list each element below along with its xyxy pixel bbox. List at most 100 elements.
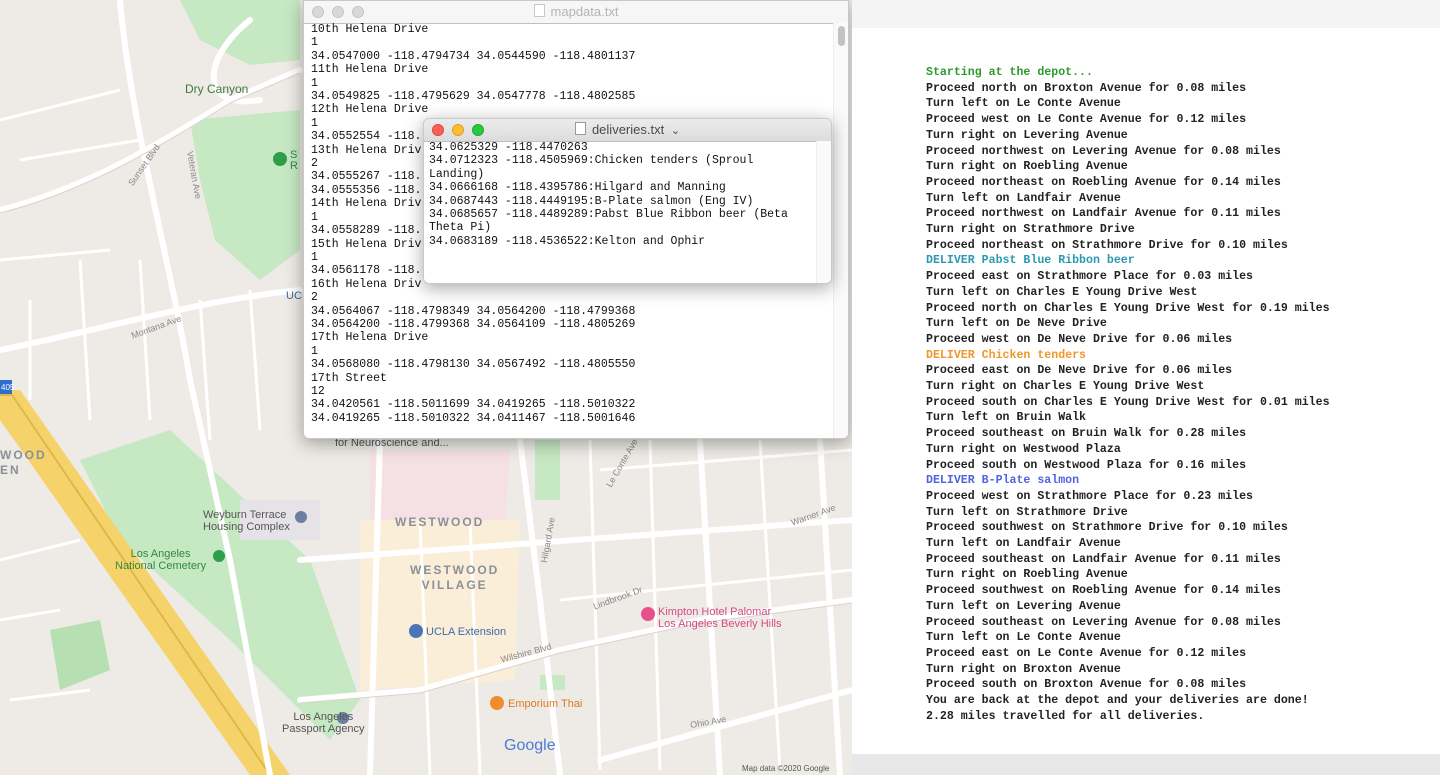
output-line: Proceed east on De Neve Drive for 0.06 m… bbox=[926, 364, 1233, 378]
output-line: Proceed southeast on Levering Avenue for… bbox=[926, 615, 1281, 629]
deliveries-line: Landing) bbox=[429, 167, 485, 181]
window-controls bbox=[432, 124, 484, 136]
output-line: Proceed north on Broxton Avenue for 0.08… bbox=[926, 81, 1247, 95]
output-line: Turn right on Charles E Young Drive West bbox=[926, 380, 1205, 393]
output-line: Turn left on Landfair Avenue bbox=[926, 191, 1121, 205]
output-line: Proceed southeast on Bruin Walk for 0.28… bbox=[926, 427, 1247, 441]
output-line: Turn left on Levering Avenue bbox=[926, 599, 1121, 613]
mapdata-line: 12th Helena Drive bbox=[311, 103, 429, 117]
deliveries-line: 34.0685657 -118.4489289:Pabst Blue Ribbo… bbox=[429, 208, 788, 222]
map-label-s-partial: S R bbox=[290, 149, 298, 172]
mapdata-line: 34.0564200 -118.4799368 34.0564109 -118.… bbox=[311, 317, 636, 331]
output-line: Turn left on Strathmore Drive bbox=[926, 505, 1128, 519]
map-label-ucla-partial: UC bbox=[286, 290, 302, 302]
chevron-down-icon[interactable]: ⌄ bbox=[671, 125, 680, 137]
zoom-icon[interactable] bbox=[352, 6, 364, 18]
output-line: Turn right on Westwood Plaza bbox=[926, 442, 1121, 456]
output-line: Proceed west on De Neve Drive for 0.06 m… bbox=[926, 332, 1233, 346]
deliveries-line: 34.0712323 -118.4505969:Chicken tenders … bbox=[429, 154, 754, 168]
map-area-westwood-village: WESTWOOD VILLAGE bbox=[410, 563, 500, 592]
output-top-bar bbox=[852, 0, 1440, 28]
output-line: Proceed east on Strathmore Place for 0.0… bbox=[926, 270, 1253, 284]
output-line: Proceed southwest on Roebling Avenue for… bbox=[926, 584, 1281, 598]
deliveries-line: 34.0625329 -118.4470263 bbox=[429, 141, 588, 154]
output-line: Turn right on Strathmore Drive bbox=[926, 223, 1135, 236]
minimize-icon[interactable] bbox=[332, 6, 344, 18]
zoom-icon[interactable] bbox=[472, 124, 484, 136]
map-poi-la-national-cemetery[interactable]: Los Angeles National Cemetery bbox=[115, 548, 206, 572]
deliveries-line: Theta Pi) bbox=[429, 221, 492, 235]
mapdata-line: 34.0549825 -118.4795629 34.0547778 -118.… bbox=[311, 90, 636, 104]
close-icon[interactable] bbox=[312, 6, 324, 18]
window-title: deliveries.txt bbox=[591, 122, 665, 137]
mapdata-line: 34.0564067 -118.4798349 34.0564200 -118.… bbox=[311, 304, 636, 318]
mapdata-line: 1 bbox=[311, 344, 318, 358]
output-line: Turn right on Levering Avenue bbox=[926, 128, 1128, 142]
route-405-shield: 405 bbox=[1, 383, 15, 392]
mapdata-line: 12 bbox=[311, 384, 325, 398]
document-icon bbox=[574, 122, 586, 135]
output-line: Proceed south on Broxton Avenue for 0.08… bbox=[926, 678, 1247, 692]
close-icon[interactable] bbox=[432, 124, 444, 136]
mapdata-line: 2 bbox=[311, 291, 318, 305]
google-logo: Google bbox=[504, 737, 556, 754]
output-line: Turn right on Broxton Avenue bbox=[926, 662, 1121, 676]
mapdata-line: 17th Street bbox=[311, 371, 387, 385]
output-highlight-line: DELIVER B-Plate salmon bbox=[926, 474, 1080, 488]
output-line: Proceed northwest on Levering Avenue for… bbox=[926, 144, 1281, 158]
map-area-westwood-left: WOOD EN bbox=[0, 448, 47, 477]
deliveries-line: 34.0666168 -118.4395786:Hilgard and Mann… bbox=[429, 181, 726, 195]
output-line: Proceed southeast on Landfair Avenue for… bbox=[926, 552, 1281, 566]
map-poi-emporium-thai[interactable]: Emporium Thai bbox=[508, 698, 582, 710]
document-icon bbox=[533, 4, 545, 17]
output-line: You are back at the depot and your deliv… bbox=[926, 694, 1309, 707]
mapdata-line: 11th Helena Drive bbox=[311, 63, 429, 77]
mapdata-line: 34.0419265 -118.5010322 34.0411467 -118.… bbox=[311, 411, 636, 425]
output-line: Proceed northwest on Landfair Avenue for… bbox=[926, 207, 1281, 221]
map-poi-ucla-extension[interactable]: UCLA Extension bbox=[426, 626, 506, 638]
deliveries-window[interactable]: deliveries.txt ⌄ 34.0625329 -118.4470263… bbox=[423, 118, 832, 284]
output-line: Proceed west on Strathmore Place for 0.2… bbox=[926, 489, 1253, 503]
mapdata-line: 34.0547000 -118.4794734 34.0544590 -118.… bbox=[311, 49, 636, 63]
deliveries-titlebar[interactable]: deliveries.txt ⌄ bbox=[424, 119, 831, 142]
window-controls bbox=[312, 6, 364, 18]
minimize-icon[interactable] bbox=[452, 124, 464, 136]
output-highlight-line: DELIVER Pabst Blue Ribbon beer bbox=[926, 254, 1135, 268]
map-poi-passport-agency[interactable]: Los Angeles Passport Agency bbox=[282, 711, 365, 735]
deliveries-text-area[interactable]: 34.0625329 -118.4470263 34.0712323 -118.4… bbox=[429, 141, 817, 283]
output-line: Proceed south on Charles E Young Drive W… bbox=[926, 395, 1330, 409]
mapdata-scroll-thumb[interactable] bbox=[838, 26, 845, 46]
deliveries-line: 34.0683189 -118.4536522:Kelton and Ophir bbox=[429, 234, 706, 248]
output-highlight-line: DELIVER Chicken tenders bbox=[926, 348, 1087, 362]
output-line: Turn left on Le Conte Avenue bbox=[926, 97, 1121, 111]
output-line: Turn left on De Neve Drive bbox=[926, 317, 1107, 331]
output-line: Proceed west on Le Conte Avenue for 0.12… bbox=[926, 113, 1247, 127]
mapdata-line: 1 bbox=[311, 36, 318, 50]
output-line: Proceed east on Le Conte Avenue for 0.12… bbox=[926, 646, 1247, 660]
map-label-dry-canyon: Dry Canyon bbox=[185, 82, 249, 96]
mapdata-scrollbar[interactable] bbox=[833, 23, 848, 438]
mapdata-line: 34.0420561 -118.5011699 34.0419265 -118.… bbox=[311, 398, 636, 412]
map-attribution: Map data ©2020 Google bbox=[742, 764, 830, 773]
mapdata-line: 10th Helena Drive bbox=[311, 23, 429, 36]
output-bottom-bar bbox=[852, 754, 1440, 775]
mapdata-line: 17th Helena Drive bbox=[311, 331, 429, 345]
mapdata-line: 34.0568080 -118.4798130 34.0567492 -118.… bbox=[311, 358, 636, 372]
output-line: Turn left on Landfair Avenue bbox=[926, 537, 1121, 550]
output-line: Proceed north on Charles E Young Drive W… bbox=[926, 301, 1330, 315]
output-line: Proceed northeast on Strathmore Drive fo… bbox=[926, 238, 1288, 252]
window-title: mapdata.txt bbox=[550, 4, 619, 19]
output-line: Turn right on Roebling Avenue bbox=[926, 160, 1128, 174]
output-line: Turn right on Roebling Avenue bbox=[926, 568, 1128, 582]
map-poi-weyburn[interactable]: Weyburn Terrace Housing Complex bbox=[203, 509, 290, 533]
output-line: 2.28 miles travelled for all deliveries. bbox=[926, 709, 1205, 723]
map-area-westwood: WESTWOOD bbox=[395, 515, 485, 529]
mapdata-titlebar[interactable]: mapdata.txt bbox=[304, 1, 848, 24]
map-poi-kimpton-hotel[interactable]: Kimpton Hotel Palomar Los Angeles Beverl… bbox=[658, 606, 782, 630]
output-line: Proceed northeast on Roebling Avenue for… bbox=[926, 175, 1281, 189]
mapdata-line: 1 bbox=[311, 76, 318, 90]
output-line: Proceed southwest on Strathmore Drive fo… bbox=[926, 521, 1288, 535]
output-highlight-line: Starting at the depot... bbox=[926, 66, 1093, 79]
navigation-output-pane[interactable]: Starting at the depot... Proceed north on… bbox=[852, 28, 1440, 754]
deliveries-scrollbar[interactable] bbox=[816, 141, 831, 283]
